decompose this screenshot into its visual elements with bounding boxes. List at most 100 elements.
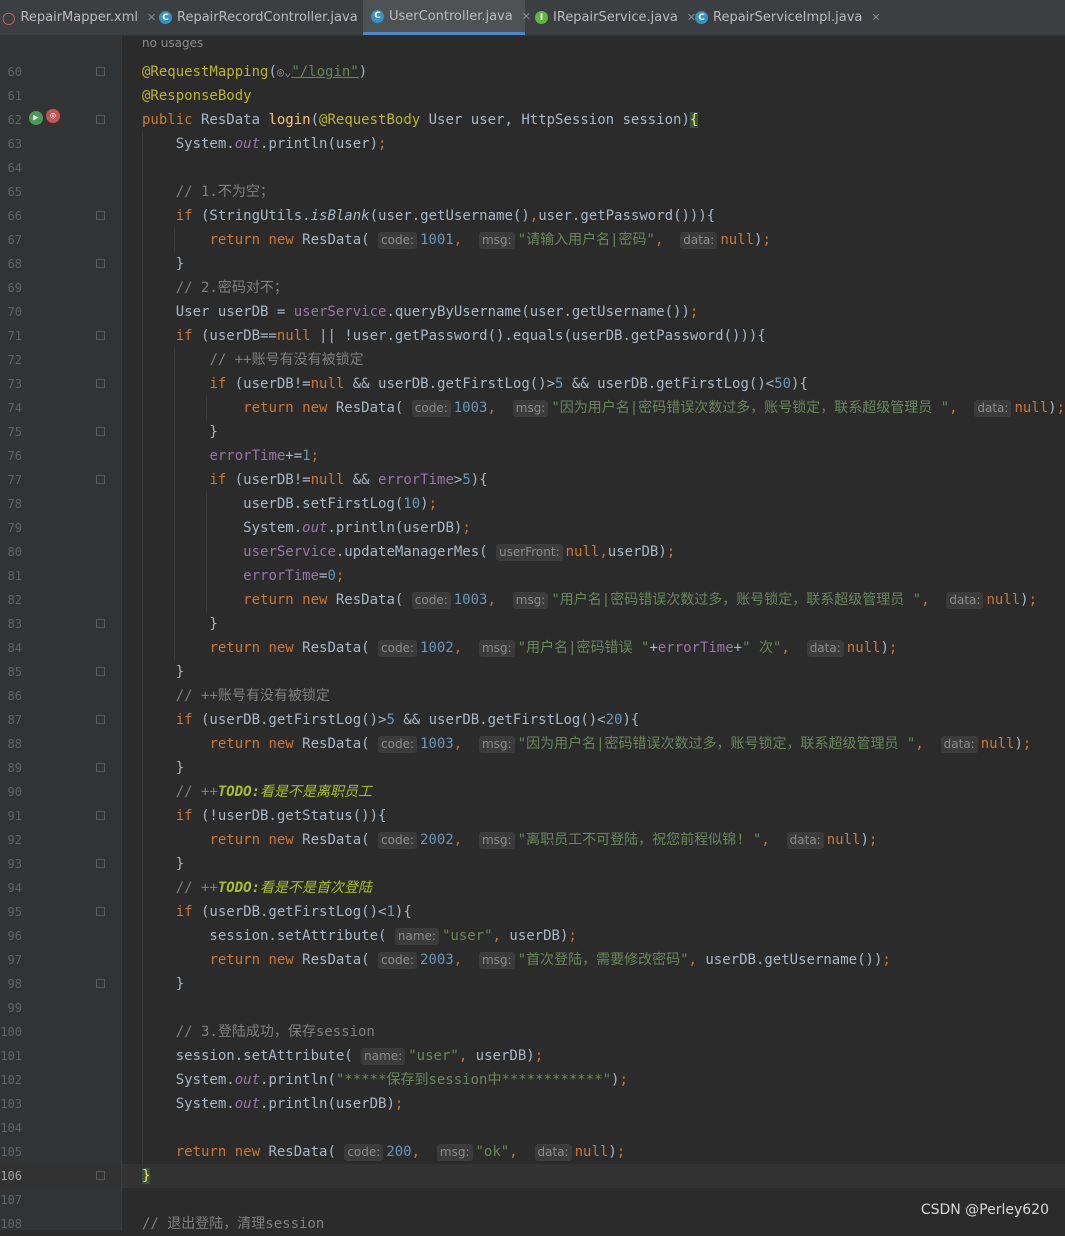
line-number[interactable]: 102 — [0, 1068, 22, 1092]
code-line-87: if (userDB.getFirstLog()>5 && userDB.get… — [175, 712, 640, 728]
line-number[interactable]: 92 — [0, 828, 22, 852]
line-number-gutter[interactable]: 60 61 62 63 64 65 66 67 68 69 70 71 72 73 74 75 76 77 78 79… — [0, 36, 122, 1231]
line-number[interactable]: 76 — [0, 444, 22, 468]
line-number[interactable]: 88 — [0, 732, 22, 756]
line-number[interactable]: 75 — [0, 420, 22, 444]
code-line-89: } — [142, 760, 185, 776]
line-number[interactable]: 79 — [0, 516, 22, 540]
line-number[interactable]: 69 — [0, 276, 22, 300]
run-gutter-icon[interactable]: ▶ — [29, 111, 43, 125]
code-line-74: return new ResData( code: 1003, msg: "因为用户… — [243, 400, 1065, 417]
line-number[interactable]: 74 — [0, 396, 22, 420]
fold-marker-icon[interactable] — [96, 379, 105, 388]
line-number[interactable]: 73 — [0, 372, 22, 396]
line-number[interactable]: 100 — [0, 1020, 22, 1044]
line-number[interactable]: 72 — [0, 348, 22, 372]
class-icon: C — [371, 9, 384, 23]
line-number[interactable]: 63 — [0, 132, 22, 156]
code-line-72: // ++账号有没有被锁定 — [209, 352, 364, 368]
fold-marker-icon[interactable] — [96, 811, 105, 820]
line-number[interactable]: 71 — [0, 324, 22, 348]
fold-marker-icon[interactable] — [96, 763, 105, 772]
line-number[interactable]: 97 — [0, 948, 22, 972]
tab-usercontroller-java[interactable]: C UserController.java ✕ — [363, 0, 531, 35]
line-number[interactable]: 94 — [0, 876, 22, 900]
line-number[interactable]: 83 — [0, 612, 22, 636]
line-number[interactable]: 60 — [0, 60, 22, 84]
code-line-60: @RequestMapping(◎⌄"/login") — [142, 64, 368, 80]
line-number[interactable]: 103 — [0, 1092, 22, 1116]
tab-repairrecordcontroller-java[interactable]: C RepairRecordController.java ✕ — [151, 0, 376, 35]
fold-marker-icon[interactable] — [96, 715, 105, 724]
line-number[interactable]: 91 — [0, 804, 22, 828]
fold-marker-icon[interactable] — [96, 1171, 105, 1180]
endpoint-icon[interactable]: ◎ — [46, 109, 60, 123]
line-number[interactable]: 68 — [0, 252, 22, 276]
line-number[interactable]: 105 — [0, 1140, 22, 1164]
line-number[interactable]: 61 — [0, 84, 22, 108]
close-icon[interactable]: ✕ — [871, 11, 880, 24]
class-icon: C — [159, 11, 172, 24]
line-number[interactable]: 87 — [0, 708, 22, 732]
line-number[interactable]: 85 — [0, 660, 22, 684]
tab-label: IRepairService.java — [553, 10, 678, 25]
code-line-63: System.out.println(user); — [142, 136, 387, 152]
fold-marker-icon[interactable] — [96, 667, 105, 676]
fold-marker-icon[interactable] — [96, 115, 105, 124]
code-line-102: System.out.println("*****保存到session中****… — [142, 1072, 628, 1088]
fold-marker-icon[interactable] — [96, 859, 105, 868]
tab-label: RepairRecordController.java — [177, 10, 358, 25]
fold-marker-icon[interactable] — [96, 979, 105, 988]
code-editor[interactable]: 60 61 62 63 64 65 66 67 68 69 70 71 72 73 74 75 76 77 78 79… — [0, 36, 1065, 1232]
code-line-106-current: } — [122, 1164, 1065, 1188]
line-number[interactable]: 106 — [0, 1164, 22, 1188]
line-number[interactable]: 77 — [0, 468, 22, 492]
fold-marker-icon[interactable] — [96, 907, 105, 916]
fold-marker-icon[interactable] — [96, 427, 105, 436]
fold-marker-icon[interactable] — [96, 259, 105, 268]
line-number[interactable]: 104 — [0, 1116, 22, 1140]
line-number[interactable]: 81 — [0, 564, 22, 588]
usages-hint[interactable]: no usages — [142, 36, 203, 50]
line-number[interactable]: 62 — [0, 108, 22, 132]
line-number[interactable]: 64 — [0, 156, 22, 180]
line-number[interactable]: 78 — [0, 492, 22, 516]
line-number[interactable]: 89 — [0, 756, 22, 780]
code-area[interactable]: no usages @RequestMapping(◎⌄"/login") @R… — [122, 36, 1065, 1232]
globe-icon[interactable]: ◎⌄ — [277, 65, 291, 79]
xml-file-icon: ◯ — [2, 10, 16, 25]
line-number[interactable]: 67 — [0, 228, 22, 252]
tab-repairserviceimpl-java[interactable]: C RepairServiceImpl.java ✕ — [685, 0, 881, 35]
line-number[interactable]: 108 — [0, 1212, 22, 1236]
fold-marker-icon[interactable] — [96, 211, 105, 220]
code-line-98: } — [142, 976, 185, 992]
fold-marker-icon[interactable] — [96, 475, 105, 484]
code-line-78: userDB.setFirstLog(10); — [142, 496, 438, 512]
line-number[interactable]: 65 — [0, 180, 22, 204]
line-number[interactable]: 96 — [0, 924, 22, 948]
line-number[interactable]: 93 — [0, 852, 22, 876]
tab-irepairservice-java[interactable]: I IRepairService.java ✕ — [525, 0, 696, 35]
code-line-92: return new ResData( code: 2002, msg: "离职员工… — [209, 832, 878, 849]
fold-marker-icon[interactable] — [96, 67, 105, 76]
line-number[interactable]: 86 — [0, 684, 22, 708]
line-number[interactable]: 95 — [0, 900, 22, 924]
line-number[interactable]: 101 — [0, 1044, 22, 1068]
line-number[interactable]: 66 — [0, 204, 22, 228]
code-line-75: } — [142, 424, 218, 440]
line-number[interactable]: 84 — [0, 636, 22, 660]
code-line-71: if (userDB==null || !user.getPassword().… — [175, 328, 766, 344]
fold-marker-icon[interactable] — [96, 331, 105, 340]
line-number[interactable]: 80 — [0, 540, 22, 564]
code-line-82: return new ResData( code: 1003, msg: "用户名|… — [243, 592, 1038, 609]
tab-repairmapper-xml[interactable]: ◯ RepairMapper.xml ✕ — [0, 0, 156, 35]
line-number[interactable]: 70 — [0, 300, 22, 324]
line-number[interactable]: 90 — [0, 780, 22, 804]
line-number[interactable]: 99 — [0, 996, 22, 1020]
line-number[interactable]: 82 — [0, 588, 22, 612]
line-number[interactable]: 107 — [0, 1188, 22, 1212]
tab-label: UserController.java — [389, 8, 513, 24]
fold-marker-icon[interactable] — [96, 619, 105, 628]
class-icon: C — [695, 11, 708, 24]
line-number[interactable]: 98 — [0, 972, 22, 996]
